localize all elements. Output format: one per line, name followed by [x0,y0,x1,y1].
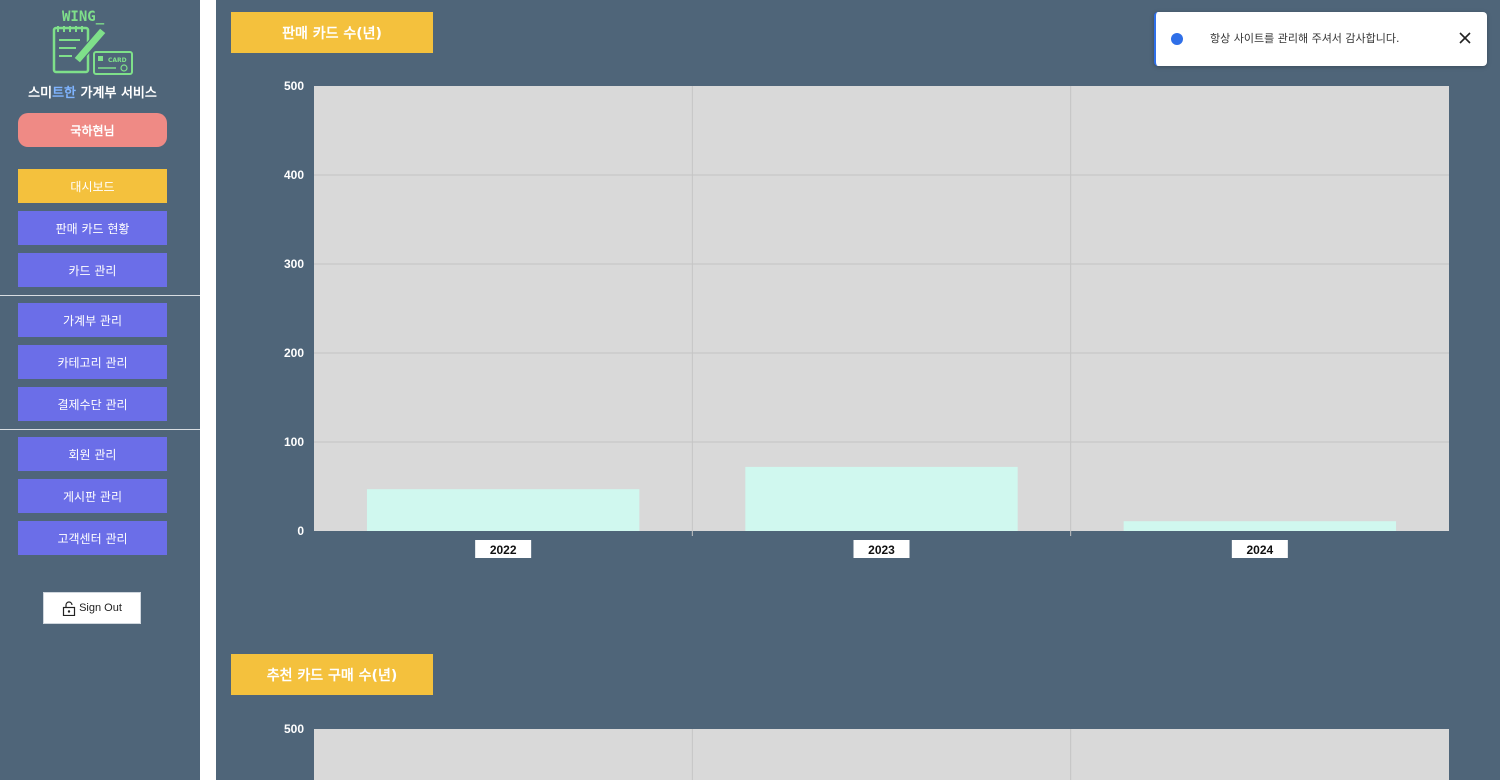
logo-card-text: CARD [108,57,127,64]
sidebar-border [200,0,216,780]
plot-area [314,729,1449,780]
nav-divider [0,295,200,296]
plot-area [314,86,1449,531]
sidebar: WING_ CARD 스미트한 가계부 서비스 국하현님 대시보드 판매 카드 … [0,0,200,780]
bar [745,466,1018,531]
toast-message: 항상 사이트를 관리해 주셔서 감사합니다. [1210,32,1400,45]
y-tick-label: 300 [284,257,304,271]
nav-dashboard[interactable]: 대시보드 [18,169,167,203]
bar [366,489,640,531]
info-dot-icon [1171,33,1183,45]
y-tick-label: 200 [284,346,304,360]
y-tick-label: 500 [284,79,304,93]
nav-card-management[interactable]: 카드 관리 [18,253,167,287]
lock-icon [62,600,76,616]
notification-toast: 항상 사이트를 관리해 주셔서 감사합니다. [1154,12,1487,66]
y-tick-label: 400 [284,168,304,182]
nav-payment-method-management[interactable]: 결제수단 관리 [18,387,167,421]
nav-member-management[interactable]: 회원 관리 [18,437,167,471]
close-icon[interactable] [1455,28,1475,48]
recommended-cards-title: 추천 카드 구매 수(년) [231,654,433,695]
x-tick-label: 2024 [1246,543,1273,557]
bar [1123,521,1397,531]
logo-text: WING_ [62,9,105,25]
sign-out-button[interactable]: Sign Out [43,592,141,624]
x-tick-label: 2022 [490,543,517,557]
recommended-cards-chart: 500 [284,722,1449,780]
user-button[interactable]: 국하현님 [18,113,167,147]
nav-category-management[interactable]: 카테고리 관리 [18,345,167,379]
y-tick-label: 100 [284,435,304,449]
y-tick-label: 0 [297,524,304,538]
logo-icon: WING_ CARD [52,9,133,75]
sign-out-label: Sign Out [79,602,122,614]
brand-title: 스미트한 가계부 서비스 [28,86,157,101]
nav-sales-card-status[interactable]: 판매 카드 현황 [18,211,167,245]
nav-divider [0,429,200,430]
y-tick-label: 500 [284,722,304,736]
sales-cards-chart: 0 100 200 300 400 500 2022 2023 2024 [284,79,1449,558]
nav-board-management[interactable]: 게시판 관리 [18,479,167,513]
nav-ledger-management[interactable]: 가계부 관리 [18,303,167,337]
nav-customer-center-management[interactable]: 고객센터 관리 [18,521,167,555]
x-tick-label: 2023 [868,543,895,557]
